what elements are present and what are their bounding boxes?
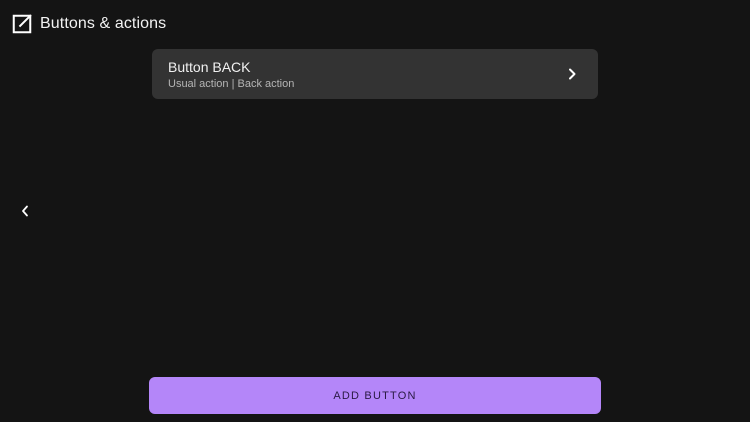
page-header: Buttons & actions <box>10 12 166 36</box>
page-title: Buttons & actions <box>40 15 167 32</box>
app-screen: Buttons & actions Button BACK Usual acti… <box>0 0 750 422</box>
chevron-left-icon[interactable] <box>16 201 34 221</box>
add-button[interactable]: ADD BUTTON <box>149 377 601 414</box>
list-item-title: Button BACK <box>168 59 251 75</box>
list-item-subtitle: Usual action | Back action <box>168 78 295 90</box>
chevron-right-icon <box>564 66 580 82</box>
open-in-new-icon <box>10 12 34 36</box>
list-item-button-back[interactable]: Button BACK Usual action | Back action <box>152 49 598 99</box>
